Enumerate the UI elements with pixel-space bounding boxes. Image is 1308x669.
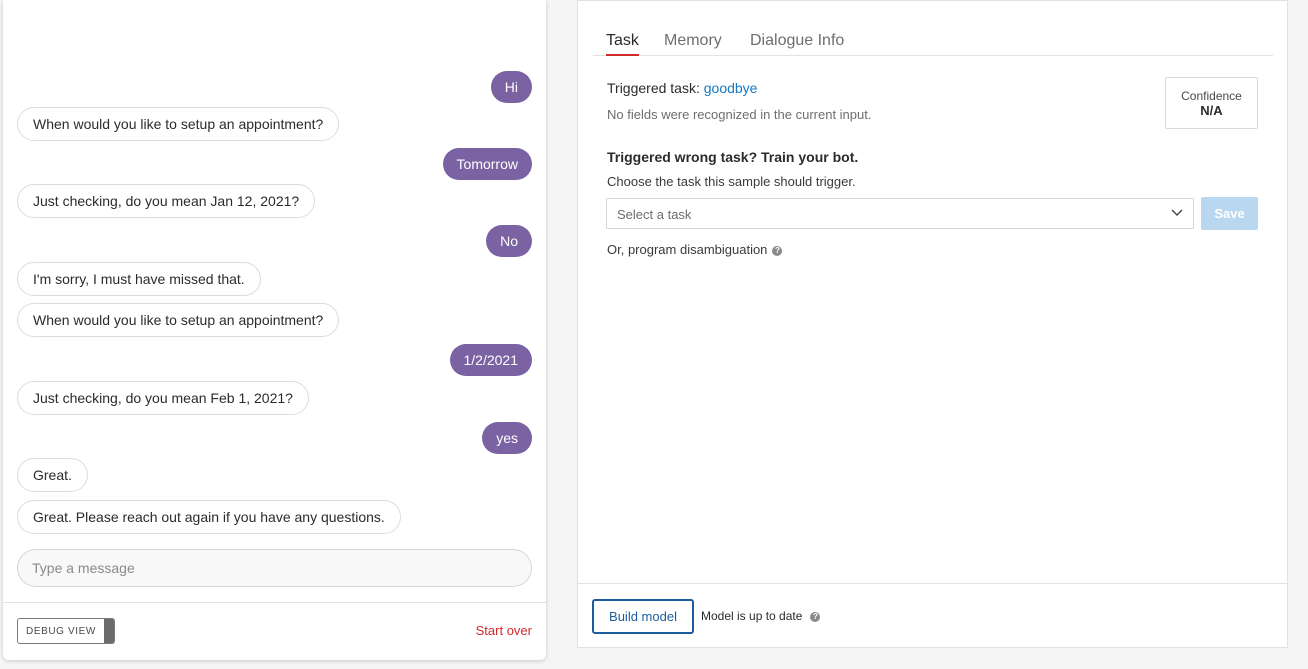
user-message: Tomorrow (442, 148, 532, 180)
triggered-task-label: Triggered task: (607, 80, 700, 96)
message-input-container (17, 549, 532, 587)
task-select-placeholder: Select a task (617, 207, 692, 222)
bot-message: When would you like to setup an appointm… (17, 107, 340, 141)
bot-message: Just checking, do you mean Feb 1, 2021? (17, 381, 309, 415)
triggered-task-link[interactable]: goodbye (704, 80, 758, 96)
bot-message: Great. Please reach out again if you hav… (17, 500, 401, 534)
help-circle-icon[interactable]: ? (772, 246, 783, 256)
help-circle-icon[interactable]: ? (810, 612, 821, 622)
model-status: Model is up to date? (701, 609, 821, 623)
toggle-knob (104, 619, 114, 643)
debug-view-label: DEBUG VIEW (26, 626, 96, 637)
task-select[interactable]: Select a task (606, 198, 1194, 229)
message-input[interactable] (32, 550, 512, 586)
disambiguation-row: Or, program disambiguation? (607, 242, 783, 257)
chat-panel: Hi When would you like to setup an appoi… (3, 0, 546, 660)
tab-task[interactable]: Task (606, 32, 639, 56)
debug-panel: Task Memory Dialogue Info Triggered task… (577, 0, 1288, 648)
bot-message: I'm sorry, I must have missed that. (17, 262, 261, 296)
bot-message: Great. (17, 458, 88, 492)
tab-memory[interactable]: Memory (664, 32, 722, 56)
start-over-link[interactable]: Start over (476, 623, 532, 638)
message-list: Hi When would you like to setup an appoi… (3, 0, 546, 545)
user-message: 1/2/2021 (449, 344, 532, 376)
build-model-button[interactable]: Build model (592, 599, 694, 634)
disambiguation-text: Or, program disambiguation (607, 242, 768, 257)
tab-bar: Task Memory Dialogue Info (593, 25, 1273, 56)
confidence-box: Confidence N/A (1165, 77, 1258, 129)
model-status-text: Model is up to date (701, 609, 803, 623)
user-message: No (486, 225, 532, 257)
confidence-label: Confidence (1181, 89, 1242, 103)
bot-message: When would you like to setup an appointm… (17, 303, 340, 337)
chat-footer: DEBUG VIEW Start over (3, 602, 546, 660)
confidence-value: N/A (1200, 103, 1223, 118)
bot-message: Just checking, do you mean Jan 12, 2021? (17, 184, 316, 218)
choose-task-text: Choose the task this sample should trigg… (607, 174, 856, 189)
triggered-task-row: Triggered task: goodbye (607, 80, 757, 96)
chevron-down-icon (1171, 209, 1183, 217)
debug-view-toggle[interactable]: DEBUG VIEW (17, 618, 115, 644)
panel-footer: Build model Model is up to date? (578, 583, 1287, 648)
no-fields-text: No fields were recognized in the current… (607, 107, 872, 122)
user-message: yes (482, 422, 532, 454)
wrong-task-heading: Triggered wrong task? Train your bot. (607, 149, 859, 165)
save-button[interactable]: Save (1201, 197, 1258, 230)
user-message: Hi (490, 71, 532, 103)
tab-dialogue-info[interactable]: Dialogue Info (750, 32, 844, 56)
